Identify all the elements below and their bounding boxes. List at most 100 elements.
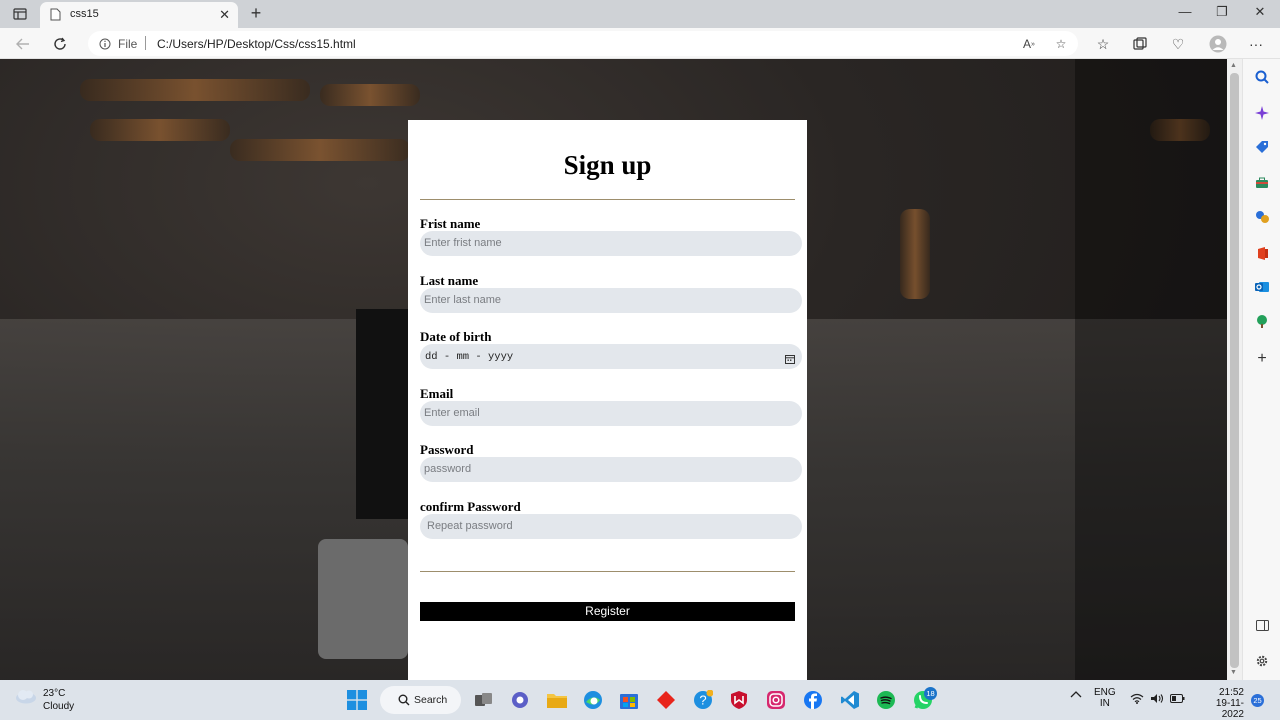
close-window-button[interactable]: ✕ <box>1250 4 1270 20</box>
password-placeholder: password <box>424 463 472 475</box>
svg-text:?: ? <box>699 693 706 708</box>
help-icon[interactable]: ? <box>691 688 715 712</box>
background-slat <box>90 119 230 141</box>
info-icon[interactable] <box>99 37 111 55</box>
instagram-icon[interactable] <box>764 688 788 712</box>
email-placeholder: Enter email <box>424 407 480 419</box>
back-button[interactable] <box>12 33 34 55</box>
tools-briefcase-icon[interactable] <box>1252 173 1272 193</box>
password-input[interactable]: password <box>420 457 802 482</box>
background-laptop <box>318 539 408 659</box>
url-separator <box>145 36 146 50</box>
language-indicator[interactable]: ENG IN <box>1094 687 1116 709</box>
url-scheme-label: File <box>118 37 138 51</box>
last-name-placeholder: Enter last name <box>424 294 502 306</box>
first-name-input[interactable]: Enter frist name <box>420 231 802 256</box>
minimize-button[interactable]: — <box>1175 4 1195 19</box>
outlook-icon[interactable] <box>1252 277 1272 297</box>
start-windows-icon[interactable] <box>345 688 369 712</box>
tab-title: css15 <box>70 8 99 20</box>
vscode-icon[interactable] <box>838 688 862 712</box>
dob-placeholder: dd - mm - yyyy <box>425 351 514 363</box>
read-aloud-icon[interactable]: A» <box>1020 35 1038 53</box>
refresh-button[interactable] <box>49 33 71 55</box>
url-text[interactable]: C:/Users/HP/Desktop/Css/css15.html <box>157 37 356 51</box>
confirm-password-input[interactable]: Repeat password <box>420 514 802 539</box>
email-label: Email <box>420 386 454 401</box>
whatsapp-badge: 18 <box>924 687 937 700</box>
register-button[interactable]: Register <box>420 602 795 621</box>
weather-temp: 23°C <box>43 688 66 699</box>
background-slat <box>80 79 310 101</box>
battery-icon[interactable] <box>1170 694 1185 706</box>
mcafee-shield-icon[interactable] <box>727 688 751 712</box>
favorites-icon[interactable]: ☆ <box>1092 33 1114 55</box>
background-laptop-screen <box>356 309 408 519</box>
close-tab-icon[interactable]: ✕ <box>219 7 230 23</box>
hide-sidebar-icon[interactable] <box>1252 615 1272 635</box>
search-icon[interactable] <box>1252 67 1272 87</box>
windows-taskbar: 23°C Cloudy Search ? 18 ENG IN 21:52 19-… <box>0 680 1280 720</box>
office-icon[interactable] <box>1252 243 1272 263</box>
copilot-sparkle-icon[interactable] <box>1252 103 1272 123</box>
add-favorite-icon[interactable]: ☆ <box>1052 35 1070 53</box>
clock[interactable]: 21:52 19-11-2022 <box>1194 687 1244 720</box>
weather-condition: Cloudy <box>43 701 75 712</box>
dob-input[interactable]: dd - mm - yyyy <box>420 344 802 369</box>
address-toolbar: File C:/Users/HP/Desktop/Css/css15.html … <box>0 28 1280 59</box>
scrollbar-thumb[interactable] <box>1230 73 1239 668</box>
form-title: Sign up <box>563 150 652 180</box>
browser-tab[interactable]: css15 ✕ <box>40 2 238 28</box>
new-tab-button[interactable]: + <box>246 3 266 24</box>
cloud-icon <box>16 690 36 704</box>
sidebar-settings-gear-icon[interactable] <box>1252 651 1272 671</box>
add-sidebar-app-icon[interactable]: + <box>1252 349 1272 369</box>
profile-avatar-icon[interactable] <box>1207 33 1229 55</box>
facebook-icon[interactable] <box>801 688 825 712</box>
background-slat <box>230 139 410 161</box>
address-bar[interactable]: File C:/Users/HP/Desktop/Css/css15.html … <box>88 31 1078 56</box>
maximize-button[interactable]: ❐ <box>1212 4 1232 20</box>
microsoft-store-icon[interactable] <box>617 688 641 712</box>
browser-essentials-icon[interactable]: ♡ <box>1167 33 1189 55</box>
collections-icon[interactable] <box>1129 33 1151 55</box>
taskbar-search[interactable]: Search <box>380 686 461 714</box>
form-divider <box>420 571 795 572</box>
background-slat <box>320 84 420 106</box>
region-code: IN <box>1099 698 1110 709</box>
teams-chat-icon[interactable] <box>508 688 532 712</box>
show-hidden-icons-chevron-icon[interactable] <box>1070 690 1082 701</box>
shopping-tag-icon[interactable] <box>1252 137 1272 157</box>
dob-label: Date of birth <box>420 329 492 344</box>
page-scrollbar[interactable]: ▲ ▼ <box>1227 59 1242 680</box>
tree-icon[interactable] <box>1252 311 1272 331</box>
edge-sidebar: + <box>1242 59 1280 680</box>
password-label: Password <box>420 442 474 457</box>
settings-more-icon[interactable]: ··· <box>1245 33 1267 55</box>
notification-count-badge[interactable]: 25 <box>1251 694 1264 707</box>
file-explorer-icon[interactable] <box>545 688 569 712</box>
edge-browser-icon[interactable] <box>581 688 605 712</box>
tab-actions-icon[interactable] <box>8 4 32 24</box>
file-page-icon <box>50 8 62 22</box>
search-label: Search <box>414 694 448 706</box>
background-slat <box>900 209 930 299</box>
games-icon[interactable] <box>1252 207 1272 227</box>
search-icon <box>398 694 410 706</box>
signup-card: Sign up Frist name Enter frist name Last… <box>408 120 807 680</box>
spotify-icon[interactable] <box>874 688 898 712</box>
scroll-up-arrow[interactable]: ▲ <box>1230 62 1237 69</box>
last-name-label: Last name <box>420 273 479 288</box>
volume-icon[interactable] <box>1150 693 1164 707</box>
red-diamond-app-icon[interactable] <box>654 688 678 712</box>
scroll-down-arrow[interactable]: ▼ <box>1230 669 1237 676</box>
wifi-icon[interactable] <box>1130 693 1144 707</box>
first-name-label: Frist name <box>420 216 481 231</box>
confirm-password-placeholder: Repeat password <box>427 520 513 532</box>
email-input[interactable]: Enter email <box>420 401 802 426</box>
weather-widget[interactable]: 23°C Cloudy <box>14 688 74 712</box>
task-view-icon[interactable] <box>472 688 496 712</box>
calendar-icon[interactable] <box>785 351 795 364</box>
first-name-placeholder: Enter frist name <box>424 237 502 249</box>
last-name-input[interactable]: Enter last name <box>420 288 802 313</box>
